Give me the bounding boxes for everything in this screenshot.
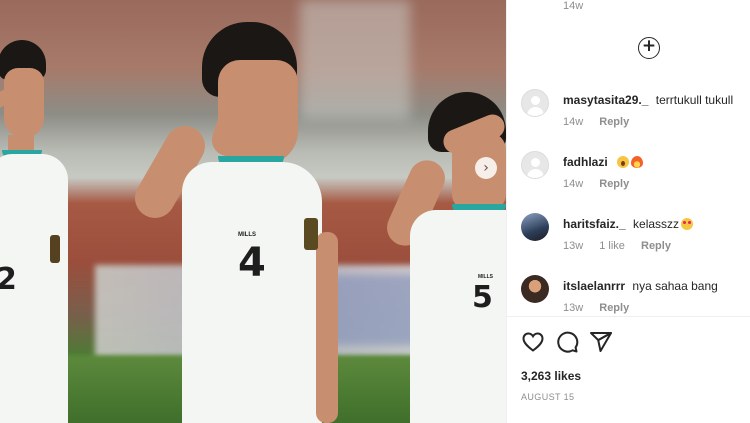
heart-icon[interactable] [521, 330, 545, 354]
paper-plane-icon[interactable] [589, 330, 613, 354]
comment-text: nya sahaa bang [632, 279, 718, 293]
next-slide-button[interactable]: › [475, 157, 497, 179]
player-right: MILLS 5 [381, 92, 506, 423]
comment-username[interactable]: itslaelanrrr [563, 279, 625, 293]
user-avatar[interactable] [521, 275, 549, 303]
comment-time: 13w [563, 302, 584, 314]
heart-eyes-emoji [681, 218, 694, 230]
comments-panel: 14w + masytasita29._ terrtukull tukull 1… [506, 0, 750, 423]
comment-timestamp: 14w [563, 0, 584, 12]
comment-time: 13w [563, 240, 584, 252]
post-date: AUGUST 15 [521, 392, 575, 402]
reply-button[interactable]: Reply [599, 302, 629, 314]
player-center: MILLS 4 [127, 22, 340, 423]
likes-count[interactable]: 3,263 likes [521, 369, 581, 383]
astonished-face-emoji [617, 156, 630, 168]
comment-bubble-icon[interactable] [555, 330, 579, 354]
comment-time: 14w [563, 178, 584, 190]
comment-item: masytasita29._ terrtukull tukull 14w Rep… [521, 89, 746, 133]
jersey-number: 5 [472, 280, 493, 315]
jersey-number: 2 [0, 262, 17, 297]
kit-brand-logo: MILLS [238, 232, 256, 238]
comment-username[interactable]: haritsfaiz._ [563, 217, 626, 231]
comment-username[interactable]: fadhlazi [563, 155, 608, 169]
default-avatar-icon[interactable] [521, 89, 549, 117]
reply-button[interactable]: Reply [641, 240, 671, 252]
player-left: 2 [0, 40, 80, 423]
divider [507, 316, 750, 317]
user-avatar[interactable] [521, 213, 549, 241]
comment-text: kelasszz [633, 217, 680, 231]
comment-text: terrtukull tukull [655, 93, 734, 107]
comment-likes[interactable]: 1 like [599, 240, 625, 252]
reply-button[interactable]: Reply [599, 116, 629, 128]
comment-time: 14w [563, 116, 584, 128]
fire-emoji [631, 156, 644, 168]
comment-item: haritsfaiz._ kelasszz 13w 1 like Reply [521, 213, 746, 257]
reply-button[interactable]: Reply [599, 178, 629, 190]
plus-circle-icon[interactable]: + [638, 37, 660, 59]
jersey-number: 4 [238, 240, 266, 286]
comment-item: fadhlazi 14w Reply [521, 151, 746, 195]
comment-username[interactable]: masytasita29._ [563, 93, 648, 107]
post-photo: 2 MILLS 4 MILLS 5 › [0, 0, 506, 423]
comment-item: itslaelanrrr nya sahaa bang 13w Reply [521, 275, 746, 319]
default-avatar-icon[interactable] [521, 151, 549, 179]
